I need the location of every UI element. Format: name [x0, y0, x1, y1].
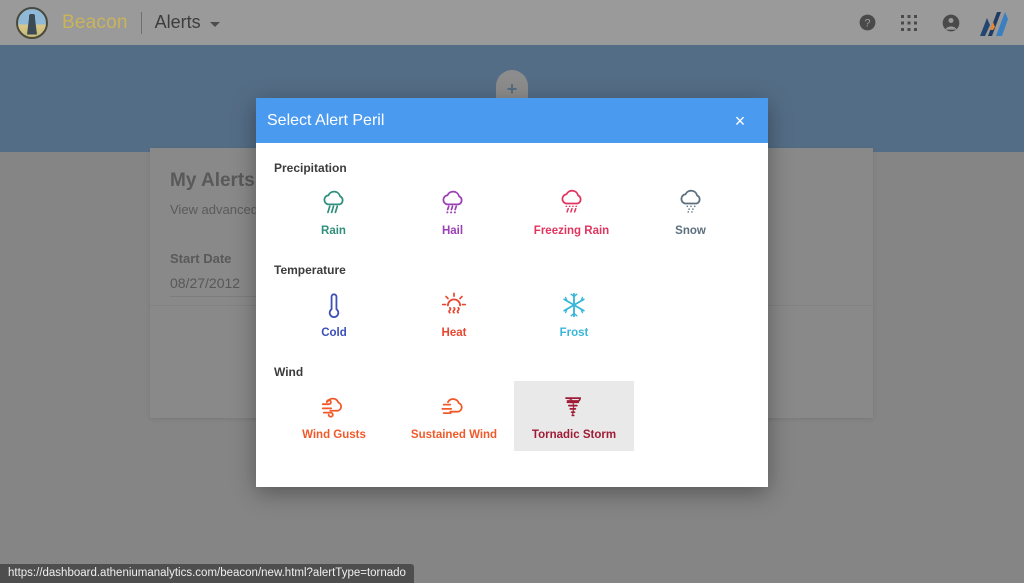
- hail-cloud-icon: [442, 190, 462, 213]
- svg-text:?: ?: [864, 17, 870, 29]
- tile-row: Cold Heat Frost: [274, 279, 750, 349]
- athenium-chevron-logo[interactable]: [978, 10, 1008, 36]
- peril-tile-frost[interactable]: Frost: [514, 279, 634, 349]
- group-temperature: Temperature Cold Heat Frost: [274, 263, 750, 349]
- peril-label: Wind Gusts: [302, 428, 366, 441]
- peril-label: Snow: [675, 224, 706, 237]
- peril-label: Cold: [321, 326, 347, 339]
- snow-cloud-icon: [680, 189, 700, 213]
- close-icon[interactable]: ×: [729, 110, 751, 132]
- peril-tile-rain[interactable]: Rain: [274, 177, 393, 247]
- peril-label: Rain: [321, 224, 346, 237]
- status-bar-url: https://dashboard.atheniumanalytics.com/…: [0, 564, 414, 583]
- tile-row: Wind Gusts Sustained Wind Tornadic Storm: [274, 381, 750, 451]
- header-divider: [140, 11, 142, 34]
- peril-label: Sustained Wind: [410, 428, 498, 441]
- group-title: Precipitation: [274, 161, 347, 175]
- peril-label: Hail: [441, 224, 464, 237]
- apps-grid-icon[interactable]: [892, 6, 926, 40]
- peril-label: Tornadic Storm: [531, 428, 617, 441]
- group-title: Wind: [274, 365, 304, 379]
- account-icon[interactable]: [934, 6, 968, 40]
- wind-gust-cloud-icon: [321, 397, 342, 418]
- peril-label: Freezing Rain: [533, 224, 610, 237]
- peril-tile-heat[interactable]: Heat: [394, 279, 514, 349]
- chevron-down-icon[interactable]: [209, 21, 220, 27]
- peril-label: Heat: [441, 326, 467, 339]
- peril-tile-snow[interactable]: Snow: [631, 177, 750, 247]
- select-alert-peril-dialog: Select Alert Peril × Precipitation Rain …: [256, 98, 768, 487]
- peril-tile-cold[interactable]: Cold: [274, 279, 394, 349]
- snowflake-icon: [563, 292, 585, 317]
- peril-tile-wind-gusts[interactable]: Wind Gusts: [274, 381, 394, 451]
- app-header: Beacon Alerts ?: [0, 0, 1024, 45]
- lighthouse-logo[interactable]: [16, 6, 48, 39]
- nav-title-alerts[interactable]: Alerts: [155, 12, 201, 33]
- peril-tile-sustained-wind[interactable]: Sustained Wind: [394, 381, 514, 451]
- dialog-title: Select Alert Peril: [267, 111, 385, 129]
- tile-row: Rain Hail Freezing Rain Snow: [274, 177, 750, 247]
- peril-tile-hail[interactable]: Hail: [393, 177, 512, 247]
- rain-cloud-icon: [323, 190, 343, 213]
- brand-label[interactable]: Beacon: [62, 12, 128, 34]
- app-root: Beacon Alerts ? + My Alerts View advance…: [0, 0, 1024, 583]
- peril-tile-freezing-rain[interactable]: Freezing Rain: [512, 177, 631, 247]
- tornado-icon: [565, 396, 581, 416]
- help-icon[interactable]: ?: [850, 6, 884, 40]
- peril-label: Frost: [559, 326, 589, 339]
- dialog-header: Select Alert Peril ×: [256, 98, 768, 143]
- group-wind: Wind Wind Gusts Sustained Wind Tornadic …: [274, 365, 750, 451]
- sustained-wind-cloud-icon: [441, 397, 463, 414]
- group-title: Temperature: [274, 263, 346, 277]
- sun-heat-icon: [441, 291, 467, 314]
- dialog-body: Precipitation Rain Hail Freezing Rain Sn…: [256, 143, 768, 487]
- thermometer-icon: [328, 292, 340, 318]
- group-precipitation: Precipitation Rain Hail Freezing Rain Sn…: [274, 161, 750, 247]
- peril-tile-tornadic-storm[interactable]: Tornadic Storm: [514, 381, 634, 451]
- freezing-rain-cloud-icon: [561, 189, 581, 213]
